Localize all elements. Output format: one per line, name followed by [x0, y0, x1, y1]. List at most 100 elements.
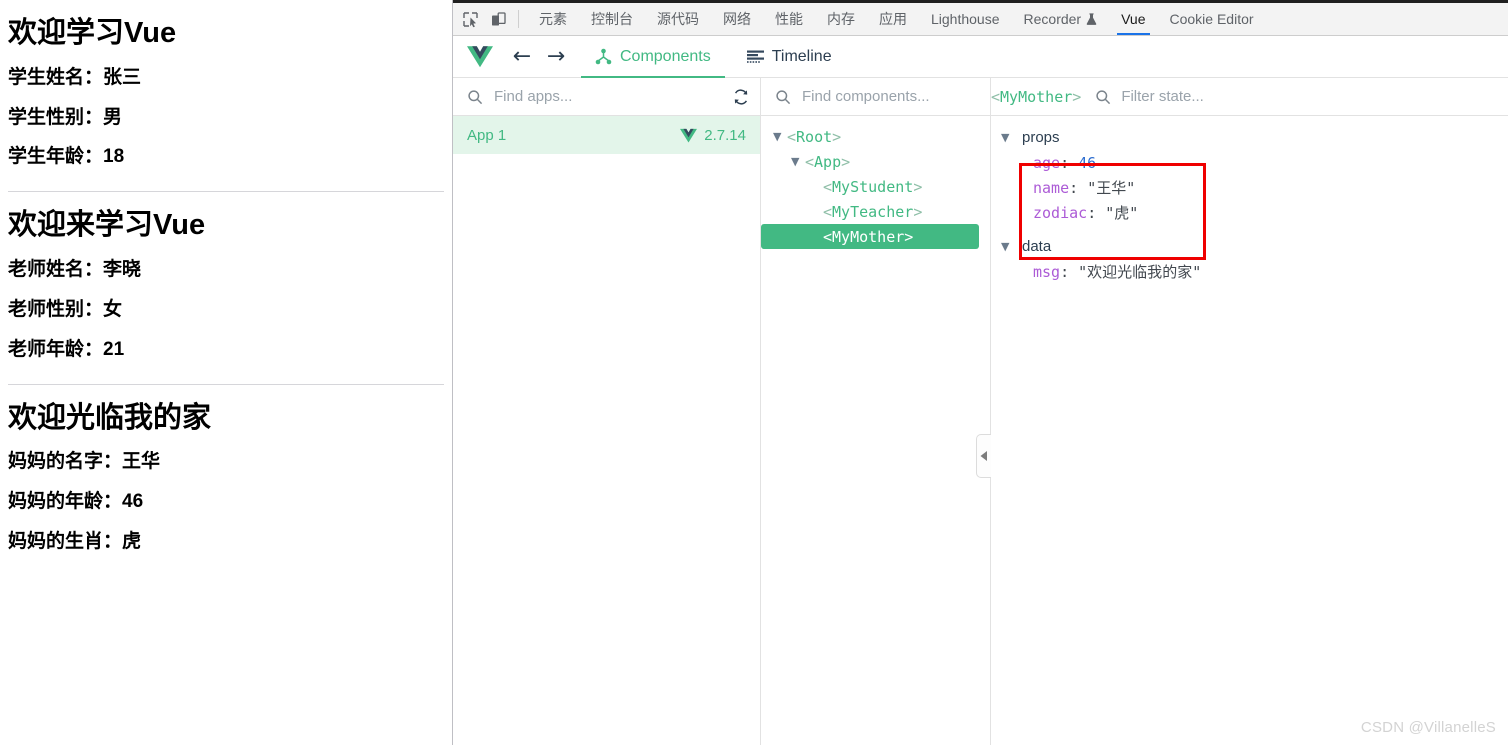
vue-logo-icon: [680, 128, 698, 143]
state-entry-zodiac[interactable]: zodiac: "虎": [991, 201, 1508, 226]
filter-state-input[interactable]: [1119, 87, 1496, 106]
tree-node-label: MyTeacher: [832, 202, 914, 221]
tag-open-bracket: <: [787, 127, 797, 146]
tree-node-label: MyStudent: [832, 177, 914, 196]
state-inspector-column: <MyMother> ▼ props age: 46: [991, 78, 1508, 745]
tab-label: 源代码: [657, 11, 699, 27]
tree-node-app[interactable]: ▼ < App >: [761, 149, 990, 174]
chevron-down-icon[interactable]: ▼: [1001, 131, 1015, 144]
state-entry-msg[interactable]: msg: "欢迎光临我的家": [991, 260, 1508, 285]
devtools-tab-lighthouse[interactable]: Lighthouse: [919, 3, 1012, 35]
tree-node-root[interactable]: ▼ < Root >: [761, 124, 990, 149]
state-value: 46: [1078, 154, 1097, 172]
tab-label: 元素: [539, 11, 567, 27]
state-entry-name[interactable]: name: "王华": [991, 176, 1508, 201]
chevron-down-icon[interactable]: ▼: [1001, 240, 1015, 253]
tag-close-bracket: >: [832, 127, 842, 146]
tab-label: 性能: [775, 11, 803, 27]
state-key: msg: [1033, 263, 1061, 281]
devtools-tab-recorder[interactable]: Recorder: [1012, 3, 1110, 35]
state-group-label: props: [1022, 128, 1060, 146]
tab-label: 内存: [827, 11, 855, 27]
apps-column: App 1 2.7.14: [453, 78, 761, 745]
teacher-gender-line: 老师性别：女: [8, 298, 123, 320]
inspect-element-icon[interactable]: [456, 3, 484, 35]
tab-label: Cookie Editor: [1169, 11, 1254, 27]
section-divider: [8, 383, 444, 385]
tag-open-bracket: <: [823, 177, 833, 196]
chevron-down-icon[interactable]: ▼: [791, 155, 805, 168]
state-entry-age[interactable]: age: 46: [991, 151, 1508, 176]
state-body: ▼ props age: 46 name: "王华" zodiac: "虎" ▼…: [991, 116, 1508, 745]
tree-node-label: Root: [796, 127, 833, 146]
arrow-right-icon[interactable]: →: [539, 36, 573, 77]
search-icon: [1095, 89, 1111, 105]
state-group-props[interactable]: ▼ props: [991, 123, 1508, 151]
tag-open-bracket: <: [823, 202, 833, 221]
chevron-down-icon[interactable]: ▼: [773, 130, 787, 143]
devtools-tab-vue[interactable]: Vue: [1109, 3, 1157, 35]
state-value: "虎": [1105, 204, 1139, 222]
find-apps-input[interactable]: [492, 87, 723, 106]
devtools-tab-sources[interactable]: 源代码: [645, 3, 711, 35]
devtools-tab-memory[interactable]: 内存: [815, 3, 867, 35]
arrow-left-icon[interactable]: ←: [505, 36, 539, 77]
tab-label: 控制台: [591, 11, 633, 27]
teacher-age-line: 老师年龄：21: [8, 338, 125, 360]
teacher-name-line: 老师姓名：李晓: [8, 259, 142, 281]
tag-close-bracket: >: [913, 177, 923, 196]
vue-tab-components[interactable]: Components: [581, 36, 725, 78]
vue-tab-label: Timeline: [771, 47, 832, 65]
tag-close-bracket: >: [913, 202, 923, 221]
timeline-icon: [746, 50, 764, 64]
section-heading: 欢迎来学习Vue: [8, 209, 206, 242]
tab-label: Recorder: [1023, 11, 1082, 27]
find-components-row: [761, 78, 990, 116]
tree-node-label: App: [814, 152, 842, 171]
state-key: age: [1033, 154, 1061, 172]
devtools-tabbar: 元素 控制台 源代码 网络 性能 内存 应用 Lighthouse Record…: [453, 3, 1508, 36]
teacher-section: 欢迎来学习Vue 老师姓名：李晓 老师性别：女 老师年龄：21: [8, 209, 444, 385]
section-heading: 欢迎光临我的家: [8, 401, 212, 434]
state-group-data[interactable]: ▼ data: [991, 232, 1508, 260]
device-toolbar-icon[interactable]: [484, 3, 512, 35]
app-list-item[interactable]: App 1 2.7.14: [453, 116, 760, 154]
vue-devtools-body: App 1 2.7.14: [453, 78, 1508, 745]
state-value: "王华": [1087, 179, 1136, 197]
find-apps-row: [453, 78, 760, 116]
mother-section: 欢迎光临我的家 妈妈的名字：王华 妈妈的年龄：46 妈妈的生肖：虎: [8, 401, 444, 554]
tree-node-mymother[interactable]: ▼ <MyMother>: [761, 224, 979, 249]
app-version-label: 2.7.14: [704, 126, 746, 144]
tree-node-myteacher[interactable]: ▼ <MyTeacher>: [761, 199, 990, 224]
state-group-label: data: [1022, 237, 1052, 255]
find-components-input[interactable]: [800, 87, 980, 106]
component-tree-column: ▼ <Root> ▼ <App> ▼ <MyStudent> ▼ <MyTeac…: [761, 78, 991, 745]
collapse-panel-handle[interactable]: [976, 434, 991, 478]
state-key: zodiac: [1033, 204, 1088, 222]
mother-age-line: 妈妈的年龄：46: [8, 491, 144, 513]
devtools-tab-performance[interactable]: 性能: [763, 3, 815, 35]
devtools-tab-network[interactable]: 网络: [711, 3, 763, 35]
devtools-pane: 元素 控制台 源代码 网络 性能 内存 应用 Lighthouse Record…: [453, 0, 1508, 745]
state-header-row: <MyMother>: [991, 78, 1508, 116]
refresh-icon[interactable]: [732, 88, 750, 106]
tree-node-label: MyMother: [832, 227, 905, 246]
search-icon: [775, 89, 791, 105]
devtools-tab-elements[interactable]: 元素: [527, 3, 579, 35]
vue-devtools-toolbar: ← → Components Timeline: [453, 36, 1508, 78]
watermark: CSDN @VillanelleS: [1360, 719, 1496, 736]
section-divider: [8, 191, 444, 193]
screenshot-root: 欢迎学习Vue 学生姓名：张三 学生性别：男 学生年龄：18 欢迎来学习Vue …: [0, 0, 1508, 745]
toolbar-separator: [518, 10, 519, 28]
devtools-tab-application[interactable]: 应用: [867, 3, 919, 35]
devtools-tab-console[interactable]: 控制台: [579, 3, 645, 35]
tag-open-bracket: <: [805, 152, 815, 171]
vue-tab-timeline[interactable]: Timeline: [733, 36, 846, 77]
mother-name-line: 妈妈的名字：王华: [8, 451, 161, 473]
app-name: App 1: [467, 126, 507, 144]
vue-tab-label: Components: [620, 47, 711, 65]
devtools-tab-cookie-editor[interactable]: Cookie Editor: [1158, 3, 1266, 35]
student-name-line: 学生姓名：张三: [8, 66, 142, 88]
tab-label: 网络: [723, 11, 751, 27]
tree-node-mystudent[interactable]: ▼ <MyStudent>: [761, 174, 990, 199]
